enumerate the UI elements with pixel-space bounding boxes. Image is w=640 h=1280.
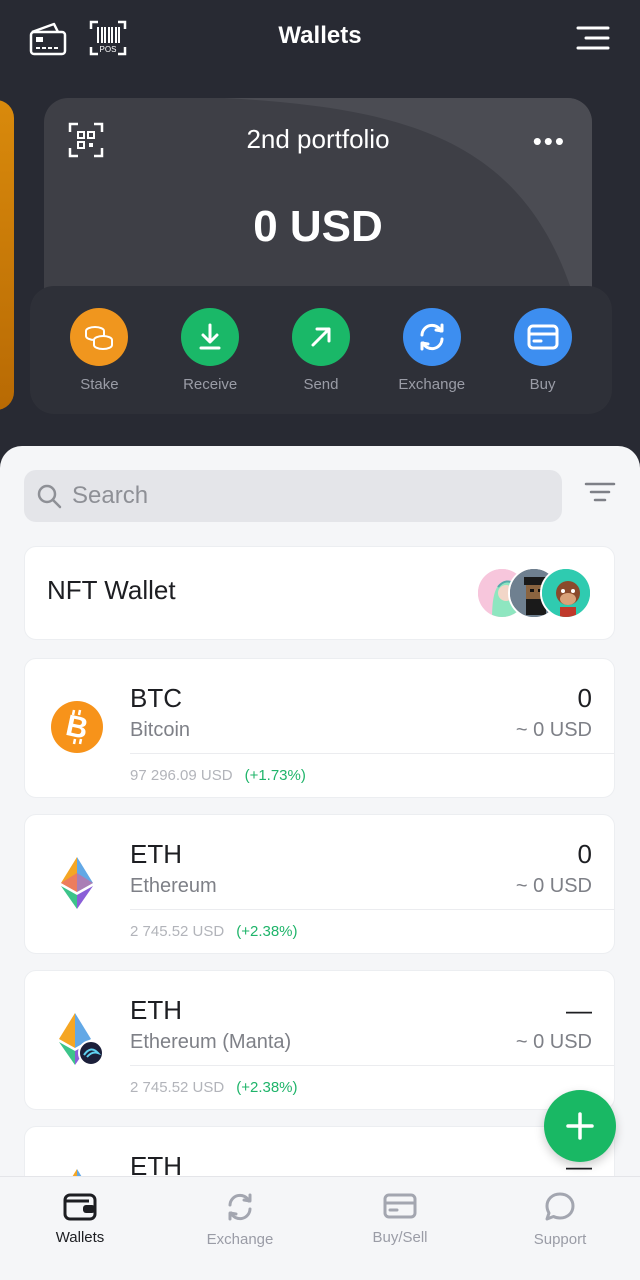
action-bar: Stake Receive Send Exchange Buy (30, 286, 612, 414)
portfolio-balance: 0 USD (253, 202, 383, 251)
card-icon (383, 1193, 417, 1219)
portfolio-name: 2nd portfolio (246, 124, 390, 154)
ethereum-manta-icon (51, 1013, 104, 1066)
tab-label: Wallets (55, 1229, 105, 1246)
previous-portfolio-card[interactable] (0, 100, 14, 410)
nft-wallet-label: NFT Wallet (47, 575, 176, 605)
coin-price-row: 97 296.09 USD (+1.73%) (130, 767, 306, 784)
add-wallet-button[interactable] (544, 1090, 616, 1162)
nft-wallet-card[interactable]: NFT Wallet (24, 546, 615, 640)
coin-price-row: 2 745.52 USD (+2.38%) (130, 1079, 298, 1096)
divider (130, 1065, 614, 1066)
card-icon (513, 308, 572, 366)
coin-amount: 0 (577, 839, 592, 869)
stake-label: Stake (80, 376, 119, 393)
search-input[interactable] (72, 482, 532, 510)
coin-name: Bitcoin (130, 719, 191, 741)
download-icon (181, 308, 240, 366)
coin-card-eth[interactable]: ETH Ethereum 0 ~ 0 USD 2 745.52 USD (+2.3… (24, 814, 615, 954)
exchange-label: Exchange (398, 376, 466, 393)
send-button[interactable]: Send (271, 286, 371, 414)
coin-amount: 0 (577, 683, 592, 713)
coin-usd-value: ~ 0 USD (515, 1031, 592, 1053)
tab-label: Support (533, 1231, 587, 1248)
wallet-icon (63, 1193, 97, 1221)
exchange-button[interactable]: Exchange (382, 286, 482, 414)
receive-label: Receive (183, 376, 238, 393)
send-label: Send (303, 376, 339, 393)
coin-amount: — (566, 995, 592, 1025)
divider (130, 909, 614, 910)
nft-avatars (476, 567, 594, 621)
coin-name: Ethereum (Manta) (130, 1031, 292, 1053)
coin-ticker: ETH (130, 995, 182, 1025)
divider (130, 753, 614, 754)
coins-icon (70, 308, 129, 366)
stake-button[interactable]: Stake (49, 286, 149, 414)
tab-support[interactable]: Support (480, 1177, 640, 1280)
arrow-up-right-icon (291, 308, 350, 366)
plus-icon (566, 1112, 594, 1140)
coin-price: 97 296.09 USD (130, 767, 233, 784)
tab-buy-sell[interactable]: Buy/Sell (320, 1177, 480, 1280)
bottom-tab-bar: Wallets Exchange Buy/Sell Support (0, 1176, 640, 1280)
ethereum-icon (51, 857, 103, 909)
coin-usd-value: ~ 0 USD (515, 875, 592, 897)
buy-button[interactable]: Buy (493, 286, 593, 414)
tab-wallets[interactable]: Wallets (0, 1177, 160, 1280)
coin-change: (+1.73%) (244, 767, 306, 784)
top-bar: POS Wallets (0, 0, 640, 80)
search-icon (37, 484, 62, 509)
coin-price: 2 745.52 USD (130, 1079, 225, 1096)
buy-label: Buy (529, 376, 556, 393)
menu-icon[interactable] (572, 18, 612, 58)
chat-icon (545, 1192, 575, 1221)
page-title: Wallets (278, 22, 362, 49)
filter-icon[interactable] (584, 480, 616, 513)
coin-change: (+2.38%) (236, 923, 298, 940)
coin-card-btc[interactable]: B BTC Bitcoin 0 ~ 0 USD 97 296.09 USD (+1… (24, 658, 615, 798)
bitcoin-icon: B (51, 701, 103, 753)
tab-label: Exchange (206, 1231, 274, 1248)
coin-card-eth-manta[interactable]: ETH Ethereum (Manta) — ~ 0 USD 2 745.52 … (24, 970, 615, 1110)
nft-avatar-3 (540, 567, 592, 619)
coin-ticker: ETH (130, 839, 182, 869)
swap-icon (228, 1193, 252, 1221)
tab-label: Buy/Sell (372, 1229, 428, 1246)
wallet-list-sheet: NFT Wallet (0, 446, 640, 1280)
receive-button[interactable]: Receive (160, 286, 260, 414)
coin-price-row: 2 745.52 USD (+2.38%) (130, 923, 298, 940)
coin-name: Ethereum (130, 875, 217, 897)
more-options-icon[interactable]: ••• (533, 126, 566, 157)
search-bar[interactable] (24, 470, 562, 522)
tab-exchange[interactable]: Exchange (160, 1177, 320, 1280)
coin-usd-value: ~ 0 USD (515, 719, 592, 741)
coin-change: (+2.38%) (236, 1079, 298, 1096)
coin-price: 2 745.52 USD (130, 923, 225, 940)
swap-icon (402, 308, 461, 366)
coin-ticker: BTC (130, 683, 182, 713)
